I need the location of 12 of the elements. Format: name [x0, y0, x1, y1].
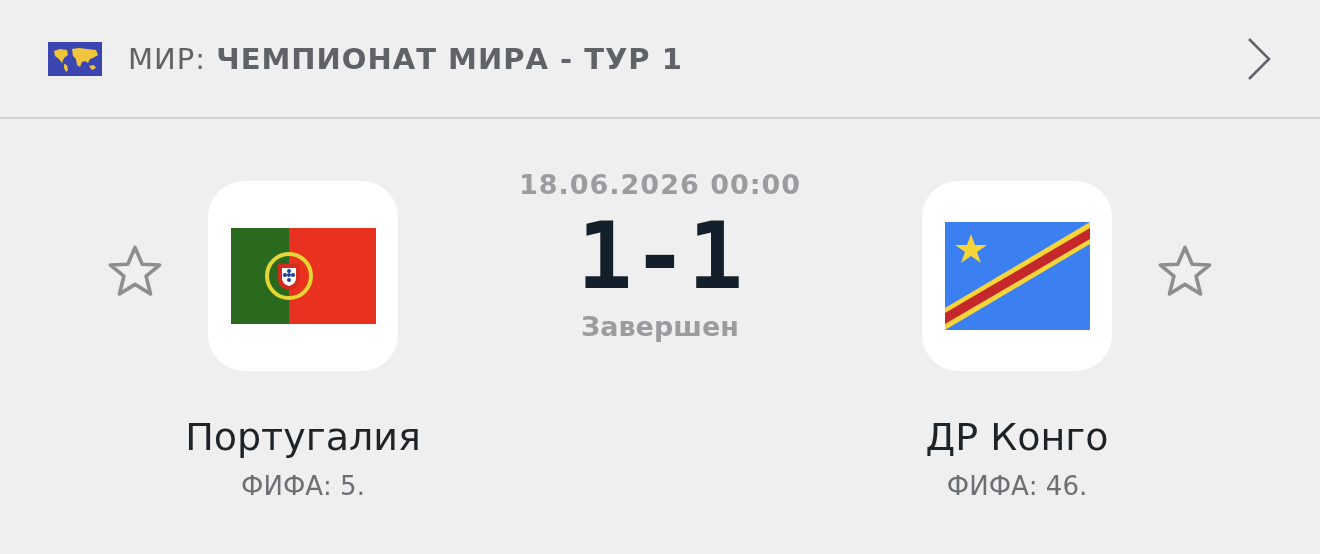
fifa-rating: ФИФА: 46. [946, 471, 1088, 501]
team-name: ДР Конго [925, 415, 1109, 459]
team-name: Португалия [185, 415, 421, 459]
match-score: 1-1 [576, 206, 744, 308]
match-date: 18.06.2026 00:00 [518, 169, 802, 200]
fifa-rating: ФИФА: 5. [241, 471, 365, 501]
chevron-right-icon[interactable] [1246, 35, 1272, 82]
flag-icon [944, 222, 1090, 330]
world-map-icon [48, 41, 102, 76]
flag-icon [230, 228, 376, 324]
tournament-title: МИР: ЧЕМПИОНАТ МИРА - ТУР 1 [128, 41, 684, 76]
match-status: Завершен [581, 311, 739, 343]
